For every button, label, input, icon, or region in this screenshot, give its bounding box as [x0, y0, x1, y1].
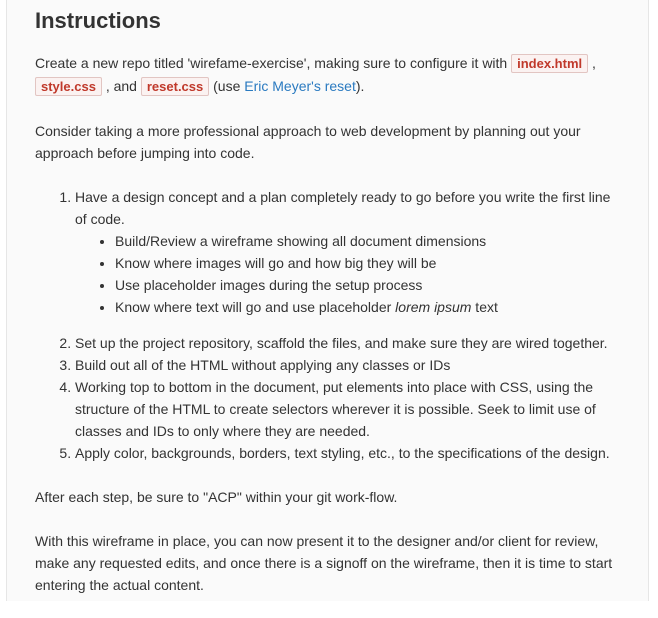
- code-index-html: index.html: [511, 54, 589, 73]
- intro-text-1: Create a new repo titled 'wirefame-exerc…: [35, 55, 512, 71]
- step-2: Set up the project repository, scaffold …: [75, 332, 625, 354]
- lorem-ipsum-em: lorem ipsum: [395, 299, 472, 315]
- step-4: Working top to bottom in the document, p…: [75, 376, 625, 442]
- step-1-text: Have a design concept and a plan complet…: [75, 189, 611, 227]
- bullet-images: Know where images will go and how big th…: [115, 252, 625, 274]
- steps-list: Have a design concept and a plan complet…: [35, 186, 625, 464]
- intro-text-3: , and: [101, 78, 141, 94]
- intro-paragraph: Create a new repo titled 'wirefame-exerc…: [35, 52, 625, 98]
- intro-text-5: ).: [355, 78, 365, 94]
- bullet-wireframe: Build/Review a wireframe showing all doc…: [115, 230, 625, 252]
- page-title: Instructions: [35, 8, 161, 33]
- eric-meyer-reset-link[interactable]: Eric Meyer's reset: [244, 78, 356, 94]
- step-1: Have a design concept and a plan complet…: [75, 186, 625, 318]
- acp-paragraph: After each step, be sure to "ACP" within…: [35, 489, 398, 505]
- intro-text-4: (use: [209, 78, 245, 94]
- bullet-text: Know where text will go and use placehol…: [115, 296, 625, 318]
- step-5: Apply color, backgrounds, borders, text …: [75, 442, 625, 464]
- bullet-placeholder-images: Use placeholder images during the setup …: [115, 274, 625, 296]
- bullet-text-post: text: [471, 299, 498, 315]
- instructions-panel: Instructions Create a new repo titled 'w…: [6, 0, 649, 601]
- intro-text-2: ,: [588, 55, 596, 71]
- instructions-content: Instructions Create a new repo titled 'w…: [35, 6, 625, 618]
- step-3: Build out all of the HTML without applyi…: [75, 354, 625, 376]
- planning-paragraph: Consider taking a more professional appr…: [35, 123, 581, 161]
- bullet-text-pre: Know where text will go and use placehol…: [115, 299, 396, 315]
- code-reset-css: reset.css: [140, 77, 210, 96]
- wireframe-review-paragraph: With this wireframe in place, you can no…: [35, 533, 613, 593]
- code-style-css: style.css: [35, 77, 102, 96]
- step-1-bullets: Build/Review a wireframe showing all doc…: [75, 230, 625, 318]
